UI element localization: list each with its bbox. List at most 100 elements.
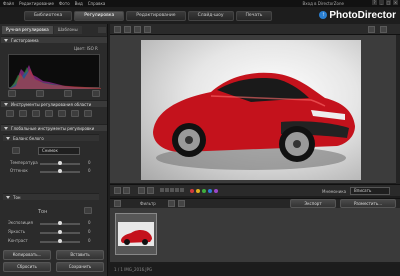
reset-button[interactable]: Сбросить [3,262,51,272]
green-channel-icon[interactable] [64,90,72,97]
star-icon[interactable] [175,188,179,192]
viewer-bottom-bar: Мнемоника Вписать [110,184,400,196]
exposure-knob[interactable] [58,221,62,225]
radial-filter-icon[interactable] [71,110,79,117]
tone-header[interactable]: Тон [3,193,99,200]
paste-button[interactable]: Вставить [56,250,104,260]
clip-shadows-icon[interactable] [8,90,16,97]
expand-icon [4,127,8,130]
color-label-purple[interactable] [214,189,218,193]
maximize-button[interactable]: □ [386,0,391,5]
tab-print[interactable]: Печать [235,11,273,21]
eyedropper-icon[interactable] [12,147,20,154]
histogram-controls [8,90,100,97]
tone-picker-icon[interactable] [84,207,92,214]
rating-stars[interactable] [160,188,184,192]
module-tabs: Библиотека Регулировка Редактирование Сл… [24,11,273,21]
star-icon[interactable] [170,188,174,192]
minimize-button[interactable]: _ [379,0,384,5]
export-button[interactable]: Экспорт [290,199,336,208]
single-view-icon[interactable] [114,26,121,33]
expand-icon [6,196,10,199]
color-label-blue[interactable] [208,189,212,193]
reject-icon[interactable] [147,187,154,194]
save-button[interactable]: Сохранить [56,262,104,272]
brightness-knob[interactable] [58,230,62,234]
thumbnail-image [118,222,154,246]
directorzone-link[interactable]: Вход в DirectorZone [303,1,344,6]
tab-edit[interactable]: Редактирование [126,11,186,21]
menu-file[interactable]: Файл [3,1,14,6]
update-icon[interactable]: ↑ [319,11,328,19]
car-image [153,72,355,170]
person-tag-icon[interactable] [114,187,121,194]
crop-icon[interactable] [6,110,14,117]
star-icon[interactable] [165,188,169,192]
color-labels [190,189,218,193]
tab-manual-adjust[interactable]: Ручная регулировка [2,26,53,34]
viewer-scrollbar[interactable] [396,35,400,185]
share-button[interactable]: Разместить... [340,199,396,208]
temperature-value[interactable]: 0 [88,160,91,165]
menu-view[interactable]: Вид [75,1,83,6]
tab-adjustment[interactable]: Регулировка [74,11,125,21]
tab-library[interactable]: Библиотека [24,11,73,21]
contrast-knob[interactable] [58,239,62,243]
levels-icon[interactable] [84,110,92,117]
color-label-yellow[interactable] [196,189,200,193]
histogram-title: Гистограмма [11,38,39,43]
red-channel-icon[interactable] [36,90,44,97]
view-mode-label: Мнемоника [322,189,347,194]
brush-icon[interactable] [45,110,53,117]
clip-highlights-icon[interactable] [92,90,100,97]
region-tools-header[interactable]: Инструменты регулирования области [1,100,107,107]
copy-button[interactable]: Копировать... [3,250,51,260]
menu-help[interactable]: Справка [88,1,106,6]
star-icon[interactable] [160,188,164,192]
people-tag-icon[interactable] [123,187,130,194]
tab-slideshow[interactable]: Слайд-шоу [187,11,234,21]
global-tools-title: Глобальные инструменты регулировки [11,126,95,131]
exposure-value[interactable]: 0 [88,220,91,225]
filter-icon[interactable] [178,200,185,207]
spot-removal-icon[interactable] [19,110,27,117]
gradient-icon[interactable] [58,110,66,117]
zoom-icon[interactable] [368,26,375,33]
close-button[interactable]: × [393,0,398,5]
menu-photo[interactable]: Фото [59,1,70,6]
flag-icon[interactable] [138,187,145,194]
filmstrip-view-icon[interactable] [114,200,121,207]
red-eye-icon[interactable] [32,110,40,117]
white-balance-header[interactable]: Баланс белого [3,134,99,141]
color-label-red[interactable] [190,189,194,193]
histogram-header[interactable]: Гистограмма [1,36,107,43]
menu-edit[interactable]: Редактирование [19,1,54,6]
viewer-toolbar [110,24,400,35]
tint-knob[interactable] [58,169,62,173]
tab-presets[interactable]: Шаблоны [53,26,82,34]
panel-menu-icon[interactable] [98,27,106,33]
status-text: 1 / 1 IMG_2016.JPG [114,267,153,272]
histogram [8,54,101,89]
main-photo[interactable] [141,40,361,180]
photo-thumbnail[interactable] [115,213,157,255]
fullscreen-icon[interactable] [380,26,387,33]
filter-label[interactable]: Фильтр [140,201,156,206]
color-label-green[interactable] [202,189,206,193]
star-icon[interactable] [180,188,184,192]
global-tools-header[interactable]: Глобальные инструменты регулировки [1,124,107,131]
help-button[interactable]: ? [372,0,377,5]
app-logo: ↑ PhotoDirector [319,8,396,22]
white-balance-title: Баланс белого [13,136,44,141]
sort-icon[interactable] [168,200,175,207]
temperature-knob[interactable] [58,161,62,165]
status-bar: 1 / 1 IMG_2016.JPG [110,264,400,276]
contrast-value[interactable]: 0 [88,238,91,243]
compare-view-icon[interactable] [124,26,131,33]
wb-preset-select[interactable]: Снимок [38,147,80,155]
before-after-icon[interactable] [134,26,141,33]
brightness-value[interactable]: 0 [88,229,91,234]
zoom-select[interactable]: Вписать [350,187,390,195]
grid-view-icon[interactable] [144,26,151,33]
tint-value[interactable]: 0 [88,168,91,173]
